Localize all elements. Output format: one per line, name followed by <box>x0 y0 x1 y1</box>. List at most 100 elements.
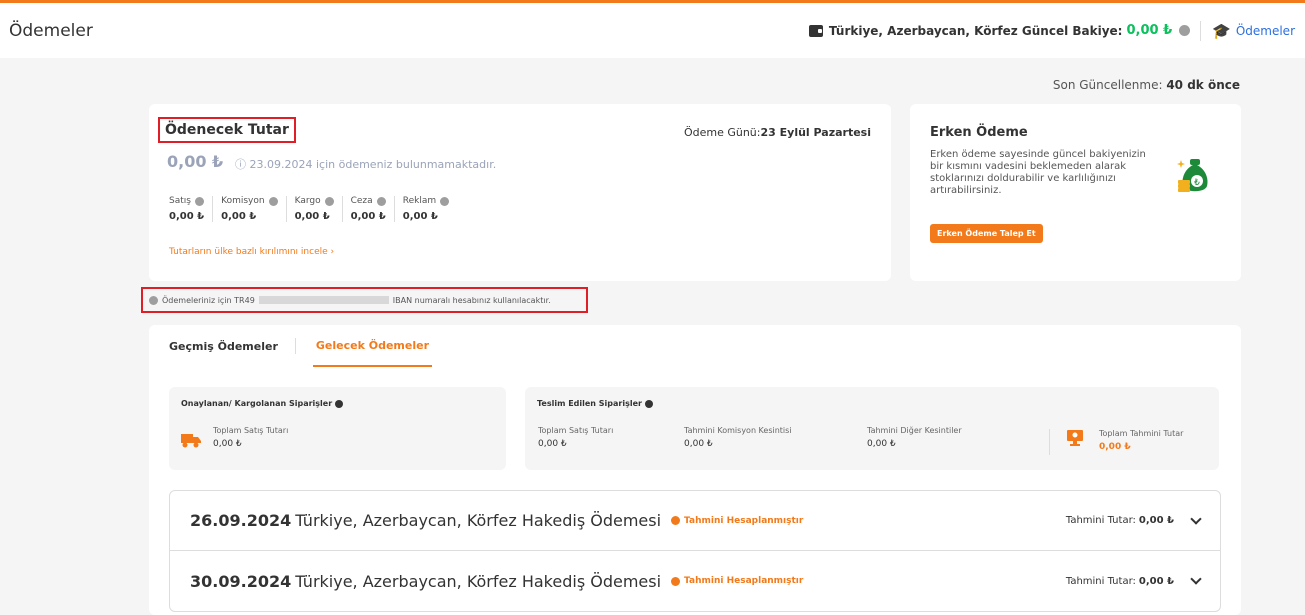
delivered-total-sales: Toplam Satış Tutarı 0,00 ₺ <box>538 426 613 449</box>
summary-value: 0,00 ₺ <box>538 439 567 449</box>
iban-prefix: Ödemeleriniz için TR49 <box>162 295 255 305</box>
divider <box>1200 20 1202 41</box>
info-icon[interactable] <box>324 196 334 206</box>
info-icon[interactable] <box>194 196 204 206</box>
payment-date-value: 23 Eylül Pazartesi <box>760 126 872 139</box>
graduation-cap-icon[interactable]: 🎓 <box>1212 22 1231 40</box>
breakdown-item-ads: Reklam 0,00 ₺ <box>393 196 457 222</box>
delivered-commission: Tahmini Komisyon Kesintisi 0,00 ₺ <box>684 426 792 449</box>
payments-tabs: Geçmiş Ödemeler Gelecek Ödemeler <box>169 325 433 367</box>
divider <box>1049 429 1050 455</box>
info-icon <box>671 516 681 525</box>
breakdown-value: 0,00 ₺ <box>350 211 386 222</box>
payment-row-date: 26.09.2024 <box>190 511 292 530</box>
delivered-orders-title: Teslim Edilen Siparişler <box>537 399 653 408</box>
confirmed-orders-title-text: Onaylanan/ Kargolanan Siparişler <box>181 399 333 408</box>
summary-value: 0,00 ₺ <box>684 439 713 449</box>
summary-value: 0,00 ₺ <box>213 439 242 449</box>
summary-label: Toplam Tahmini Tutar <box>1099 429 1184 438</box>
svg-text:₺: ₺ <box>1194 178 1200 188</box>
payments-panel: Geçmiş Ödemeler Gelecek Ödemeler Onaylan… <box>149 325 1241 615</box>
info-icon[interactable] <box>1179 25 1191 36</box>
breakdown-value: 0,00 ₺ <box>169 211 205 222</box>
payment-list: 26.09.2024 Türkiye, Azerbaycan, Körfez H… <box>169 490 1221 612</box>
summary-value: 0,00 ₺ <box>867 439 896 449</box>
summary-label: Tahmini Diğer Kesintiler <box>867 426 962 435</box>
breakdown-label: Komisyon <box>221 196 265 206</box>
tab-upcoming-payments[interactable]: Gelecek Ödemeler <box>312 325 433 367</box>
breakdown-label: Ceza <box>350 196 373 206</box>
payment-row[interactable]: 30.09.2024 Türkiye, Azerbaycan, Körfez H… <box>170 551 1220 611</box>
info-icon[interactable] <box>440 196 450 206</box>
summary-label: Toplam Satış Tutarı <box>538 426 614 435</box>
info-icon[interactable] <box>644 399 653 408</box>
delivered-orders-summary: Teslim Edilen Siparişler Toplam Satış Tu… <box>525 387 1219 470</box>
iban-mask <box>258 296 389 304</box>
chevron-down-icon[interactable] <box>1190 573 1202 585</box>
early-payment-description: Erken ödeme sayesinde güncel bakiyenizin… <box>930 149 1146 196</box>
payments-help-link[interactable]: Ödemeler <box>1236 24 1295 38</box>
tab-past-payments[interactable]: Geçmiş Ödemeler <box>169 325 278 367</box>
breakdown-item-commission: Komisyon 0,00 ₺ <box>212 196 285 222</box>
payment-row-amount-label: Tahmini Tutar: <box>1065 575 1136 587</box>
info-icon <box>149 295 158 305</box>
info-icon[interactable] <box>376 196 386 206</box>
balance-value: 0,00 ₺ <box>1126 23 1173 38</box>
country-breakdown-link[interactable]: Tutarların ülke bazlı kırılımını incele … <box>169 247 334 257</box>
payment-note: ⓘ 23.09.2024 için ödemeniz bulunmamaktad… <box>235 158 497 171</box>
money-bag-icon: ₺ <box>1177 159 1208 192</box>
breakdown-label: Kargo <box>294 196 321 206</box>
iban-notice: Ödemeleriniz için TR49 IBAN numaralı hes… <box>141 287 588 313</box>
last-updated: Son Güncellenme: 40 dk önce <box>1053 78 1240 92</box>
delivered-estimated-total: Toplam Tahmini Tutar 0,00 ₺ <box>1099 429 1183 452</box>
balance-label: Türkiye, Azerbaycan, Körfez Güncel Bakiy… <box>828 23 1123 38</box>
breakdown-value: 0,00 ₺ <box>221 211 257 222</box>
last-updated-label: Son Güncellenme: <box>1052 78 1163 92</box>
breakdown-label: Satış <box>169 196 191 206</box>
payment-breakdown: Satış 0,00 ₺ Komisyon 0,00 ₺ Kargo 0,00 … <box>169 196 457 222</box>
summary-label: Tahmini Komisyon Kesintisi <box>684 426 792 435</box>
monitor-icon <box>1067 430 1083 446</box>
wallet-icon <box>808 24 823 37</box>
payment-row-title: Türkiye, Azerbaycan, Körfez Hakediş Ödem… <box>295 511 662 530</box>
info-icon[interactable] <box>335 399 344 408</box>
payment-amount: 0,00 ₺ <box>167 152 224 171</box>
status-text: Tahmini Hesaplanmıştır <box>684 515 804 526</box>
summary-label: Toplam Satış Tutarı <box>213 426 289 435</box>
page-header: Ödemeler Türkiye, Azerbaycan, Körfez Gün… <box>0 3 1305 58</box>
iban-suffix: IBAN numaralı hesabınız kullanılacaktır. <box>392 295 551 305</box>
early-payment-card: Erken Ödeme Erken ödeme sayesinde güncel… <box>910 104 1241 281</box>
payment-row[interactable]: 26.09.2024 Türkiye, Azerbaycan, Körfez H… <box>170 491 1220 551</box>
payment-row-date: 30.09.2024 <box>190 571 292 591</box>
page-title: Ödemeler <box>9 20 93 41</box>
summary-value: 0,00 ₺ <box>1099 442 1131 452</box>
confirmed-orders-summary: Onaylanan/ Kargolanan Siparişler Toplam … <box>169 387 506 470</box>
payment-row-amount: 0,00 ₺ <box>1138 515 1174 526</box>
info-icon[interactable] <box>268 196 278 206</box>
payment-amount-card: Ödenecek Tutar Ödeme Günü:23 Eylül Pazar… <box>149 104 891 281</box>
breakdown-label: Reklam <box>402 196 437 206</box>
status-badge: Tahmini Hesaplanmıştır <box>671 576 803 586</box>
early-payment-title: Erken Ödeme <box>930 125 1028 140</box>
breakdown-item-shipping: Kargo 0,00 ₺ <box>285 196 342 222</box>
breakdown-item-sales: Satış 0,00 ₺ <box>169 196 212 222</box>
payment-date: Ödeme Günü:23 Eylül Pazartesi <box>684 126 871 139</box>
info-icon <box>671 576 681 586</box>
payment-row-amount-label: Tahmini Tutar: <box>1065 515 1136 526</box>
confirmed-total-sales: Toplam Satış Tutarı 0,00 ₺ <box>213 426 288 449</box>
payment-date-label: Ödeme Günü: <box>683 126 761 139</box>
payment-amount-title: Ödenecek Tutar <box>158 117 296 143</box>
payment-row-amount: 0,00 ₺ <box>1138 575 1174 587</box>
last-updated-value: 40 dk önce <box>1166 78 1240 92</box>
breakdown-value: 0,00 ₺ <box>402 211 438 222</box>
payment-row-title: Türkiye, Azerbaycan, Körfez Hakediş Ödem… <box>295 571 662 591</box>
breakdown-value: 0,00 ₺ <box>294 211 330 222</box>
divider <box>294 338 296 354</box>
header-balance: Türkiye, Azerbaycan, Körfez Güncel Bakiy… <box>808 20 1295 41</box>
confirmed-orders-title: Onaylanan/ Kargolanan Siparişler <box>181 399 344 408</box>
truck-icon <box>181 434 201 448</box>
status-badge: Tahmini Hesaplanmıştır <box>671 516 803 526</box>
delivered-other-deductions: Tahmini Diğer Kesintiler 0,00 ₺ <box>867 426 962 449</box>
chevron-down-icon[interactable] <box>1190 512 1202 525</box>
early-payment-request-button[interactable]: Erken Ödeme Talep Et <box>930 224 1043 243</box>
